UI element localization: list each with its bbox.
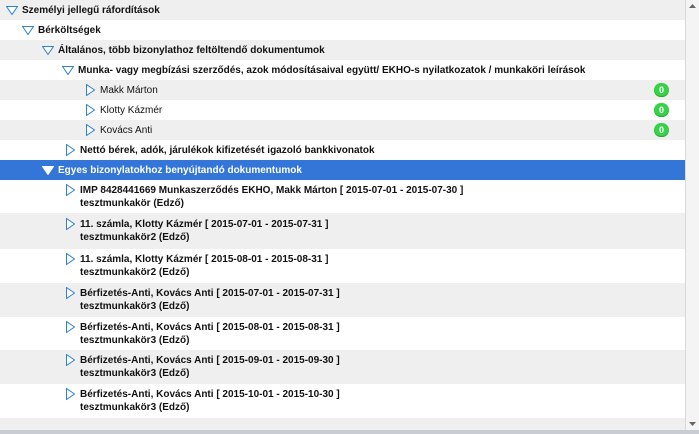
document-subtitle: tesztmunkakör3 (Edző) xyxy=(80,335,190,346)
vertical-scrollbar[interactable] xyxy=(686,0,699,430)
triangle-down-icon[interactable] xyxy=(6,5,18,15)
scroll-down-arrow-icon[interactable] xyxy=(686,418,699,430)
triangle-right-icon[interactable] xyxy=(64,388,76,400)
document-title: Bérfizetés-Anti, Kovács Anti [ 2015-10-0… xyxy=(80,389,340,400)
tree-node-netto[interactable]: Nettó bérek, adók, járulékok kifizetését… xyxy=(0,140,685,160)
tree-node-label: Bérfizetés-Anti, Kovács Anti [ 2015-08-0… xyxy=(80,321,340,347)
tree-node-person[interactable]: Klotty Kázmér 0 xyxy=(0,100,685,120)
triangle-right-icon[interactable] xyxy=(64,218,76,230)
tree-node-document[interactable]: 11. számla, Klotty Kázmér [ 2015-07-01 -… xyxy=(0,213,685,249)
triangle-right-icon[interactable] xyxy=(84,104,96,116)
triangle-down-icon[interactable] xyxy=(22,25,34,35)
tree-node-egyes[interactable]: Egyes bizonylatokhoz benyújtandó dokumen… xyxy=(0,160,685,180)
triangle-right-icon[interactable] xyxy=(64,253,76,265)
tree-node-label: 11. számla, Klotty Kázmér [ 2015-07-01 -… xyxy=(80,218,328,244)
tree-node-document[interactable]: Bérfizetés-Anti, Kovács Anti [ 2015-08-0… xyxy=(0,317,685,350)
count-badge: 0 xyxy=(654,83,669,97)
tree-node-document[interactable]: Bérfizetés-Anti, Kovács Anti [ 2015-07-0… xyxy=(0,283,685,317)
tree-node-label: Makk Márton xyxy=(100,84,158,96)
triangle-down-icon[interactable] xyxy=(42,45,54,55)
tree-node-label: Egyes bizonylatokhoz benyújtandó dokumen… xyxy=(58,164,302,176)
tree-node-document[interactable]: IMP 8428441669 Munkaszerződés EKHO, Makk… xyxy=(0,180,685,213)
tree-node-document[interactable]: 11. számla, Klotty Kázmér [ 2015-08-01 -… xyxy=(0,249,685,283)
tree-node-label: Munka- vagy megbízási szerződés, azok mó… xyxy=(78,64,586,76)
tree-node-label: Általános, több bizonylathoz feltöltendő… xyxy=(58,44,325,56)
tree-node-person[interactable]: Kovács Anti 0 xyxy=(0,120,685,140)
tree-node-berkoltsegek[interactable]: Bérköltségek xyxy=(0,20,685,40)
triangle-right-icon[interactable] xyxy=(64,354,76,366)
bottom-border xyxy=(0,430,699,434)
triangle-down-icon[interactable] xyxy=(42,165,54,175)
tree-node-label: Klotty Kázmér xyxy=(100,104,163,116)
tree-node-label: IMP 8428441669 Munkaszerződés EKHO, Makk… xyxy=(80,184,463,210)
document-title: Bérfizetés-Anti, Kovács Anti [ 2015-09-0… xyxy=(80,355,340,366)
document-subtitle: tesztmunkakör3 (Edző) xyxy=(80,301,190,312)
triangle-right-icon[interactable] xyxy=(84,124,96,136)
tree-node-label: Bérfizetés-Anti, Kovács Anti [ 2015-09-0… xyxy=(80,354,340,380)
triangle-down-icon[interactable] xyxy=(62,65,74,75)
tree-node-label: Bérköltségek xyxy=(38,24,101,36)
triangle-right-icon[interactable] xyxy=(64,144,76,156)
document-title: Bérfizetés-Anti, Kovács Anti [ 2015-07-0… xyxy=(80,288,340,299)
tree-node-munka[interactable]: Munka- vagy megbízási szerződés, azok mó… xyxy=(0,60,685,80)
triangle-right-icon[interactable] xyxy=(64,321,76,333)
document-subtitle: tesztmunkakör (Edző) xyxy=(80,198,184,209)
document-tree: Személyi jellegű ráfordítások Bérköltség… xyxy=(0,0,686,430)
document-title: 11. számla, Klotty Kázmér [ 2015-08-01 -… xyxy=(80,254,329,265)
tree-node-label: 11. számla, Klotty Kázmér [ 2015-08-01 -… xyxy=(80,253,328,279)
document-subtitle: tesztmunkakör2 (Edző) xyxy=(80,267,190,278)
document-subtitle: tesztmunkakör3 (Edző) xyxy=(80,368,190,379)
document-title: Bérfizetés-Anti, Kovács Anti [ 2015-08-0… xyxy=(80,322,340,333)
empty-row xyxy=(0,418,685,430)
triangle-right-icon[interactable] xyxy=(64,287,76,299)
tree-node-altalanos[interactable]: Általános, több bizonylathoz feltöltendő… xyxy=(0,40,685,60)
tree-node-label: Bérfizetés-Anti, Kovács Anti [ 2015-07-0… xyxy=(80,287,340,313)
tree-node-document[interactable]: Bérfizetés-Anti, Kovács Anti [ 2015-09-0… xyxy=(0,350,685,384)
document-subtitle: tesztmunkakör3 (Edző) xyxy=(80,402,190,413)
scroll-up-arrow-icon[interactable] xyxy=(686,0,699,12)
tree-node-label: Nettó bérek, adók, járulékok kifizetését… xyxy=(80,144,375,156)
document-subtitle: tesztmunkakör2 (Edző) xyxy=(80,232,190,243)
count-badge: 0 xyxy=(654,103,669,117)
tree-node-label: Személyi jellegű ráfordítások xyxy=(22,4,160,16)
tree-node-document[interactable]: Bérfizetés-Anti, Kovács Anti [ 2015-10-0… xyxy=(0,384,685,418)
tree-node-root[interactable]: Személyi jellegű ráfordítások xyxy=(0,0,685,20)
triangle-right-icon[interactable] xyxy=(84,84,96,96)
tree-node-label: Kovács Anti xyxy=(100,124,153,136)
triangle-right-icon[interactable] xyxy=(64,184,76,196)
tree-node-person[interactable]: Makk Márton 0 xyxy=(0,80,685,100)
document-title: 11. számla, Klotty Kázmér [ 2015-07-01 -… xyxy=(80,219,329,230)
document-title: IMP 8428441669 Munkaszerződés EKHO, Makk… xyxy=(80,185,464,196)
count-badge: 0 xyxy=(654,123,669,137)
tree-node-label: Bérfizetés-Anti, Kovács Anti [ 2015-10-0… xyxy=(80,388,340,414)
